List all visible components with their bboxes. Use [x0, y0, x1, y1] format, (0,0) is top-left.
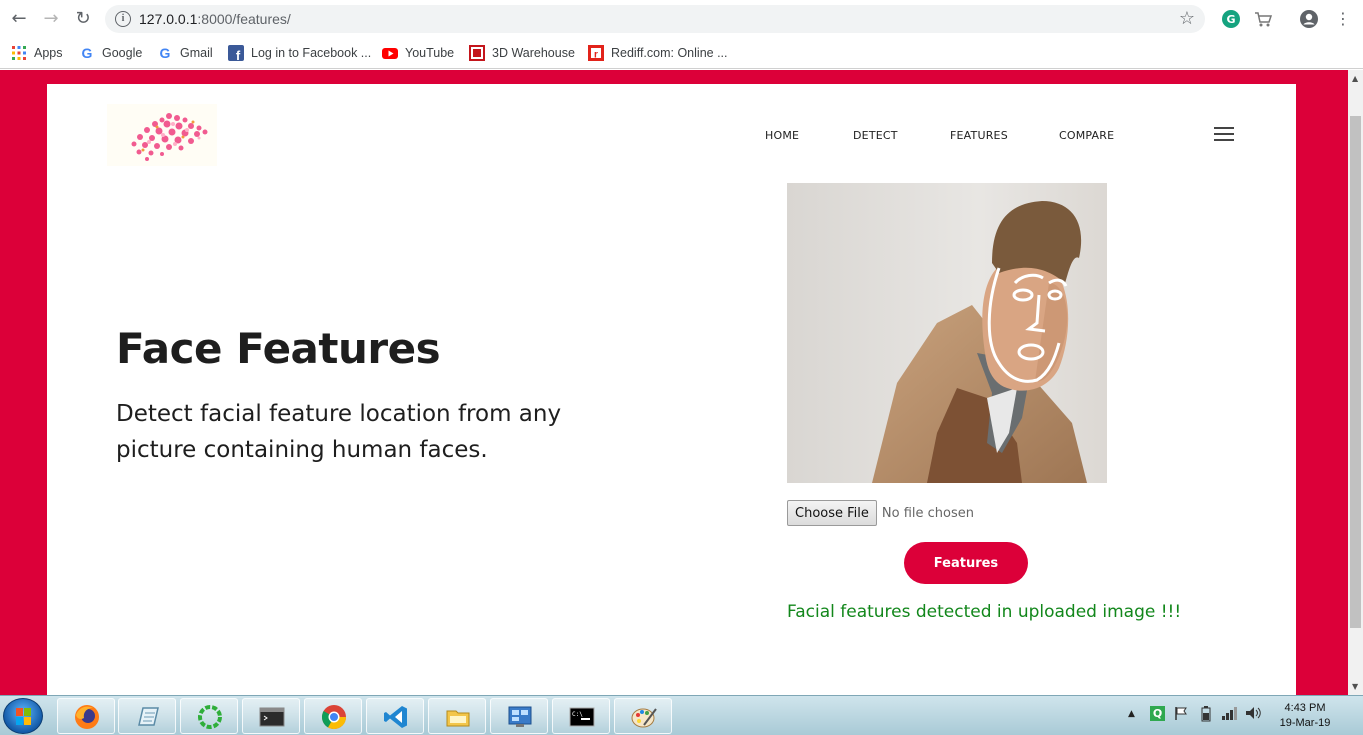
taskbar: C:\ ▲ Q 4:43 PM 19-Mar-19: [0, 695, 1363, 735]
url-host: 127.0.0.1: [139, 11, 198, 27]
page-scrollbar[interactable]: ▲ ▼: [1348, 70, 1363, 695]
profile-icon[interactable]: [1299, 9, 1319, 29]
notepad-icon: [134, 703, 162, 731]
file-status-text: No file chosen: [881, 505, 974, 521]
network-signal-icon[interactable]: [1221, 705, 1239, 724]
control-panel-icon: [506, 703, 534, 731]
reload-icon[interactable]: ↻: [72, 8, 94, 30]
tray-expand-icon[interactable]: ▲: [1128, 709, 1135, 719]
system-clock[interactable]: 4:43 PM 19-Mar-19: [1270, 701, 1340, 731]
page-subtitle: Detect facial feature location from any …: [116, 401, 562, 463]
clock-time: 4:43 PM: [1284, 702, 1326, 714]
chrome-icon: [320, 703, 348, 731]
action-center-flag-icon[interactable]: [1173, 705, 1189, 724]
site-logo[interactable]: [107, 104, 217, 166]
taskbar-firefox[interactable]: [57, 698, 115, 734]
features-submit-button[interactable]: Features: [904, 542, 1028, 584]
url-text[interactable]: 127.0.0.1:8000/features/: [139, 11, 291, 27]
rediff-icon: r: [588, 45, 604, 61]
svg-text:C:\: C:\: [572, 711, 583, 718]
terminal-icon: [258, 703, 286, 731]
bookmark-3d-warehouse[interactable]: 3D Warehouse: [469, 44, 575, 62]
hamburger-menu-icon[interactable]: [1214, 127, 1234, 141]
bookmark-youtube[interactable]: YouTube: [382, 44, 454, 62]
svg-text:G: G: [1226, 13, 1235, 26]
google-icon: G: [157, 45, 173, 61]
bookmark-label: Rediff.com: Online ...: [611, 46, 728, 60]
vscode-icon: [382, 703, 410, 731]
bookmark-gmail[interactable]: G Gmail: [157, 44, 213, 62]
facebook-icon: f: [228, 45, 244, 63]
browser-toolbar: ← → ↻ i 127.0.0.1:8000/features/ ☆ G ⋮: [0, 0, 1363, 38]
nav-features[interactable]: FEATURES: [950, 129, 1008, 142]
nav-compare[interactable]: COMPARE: [1059, 129, 1114, 142]
battery-icon[interactable]: [1199, 705, 1213, 726]
url-path: :8000/features/: [197, 11, 291, 27]
bookmarks-bar: Apps G Google G Gmail f Log in to Facebo…: [0, 38, 1363, 69]
warehouse-icon: [469, 45, 485, 61]
apps-grid-icon: [11, 45, 27, 61]
taskbar-control-panel[interactable]: [490, 698, 548, 734]
scroll-down-arrow-icon[interactable]: ▼: [1352, 682, 1358, 691]
clock-date: 19-Mar-19: [1279, 717, 1331, 729]
forward-arrow-icon[interactable]: →: [40, 8, 62, 30]
paint-icon: [630, 703, 658, 731]
nav-detect[interactable]: DETECT: [853, 129, 898, 142]
result-image: [787, 183, 1107, 483]
file-explorer-icon: [444, 703, 472, 731]
bookmark-label: Gmail: [180, 46, 213, 60]
taskbar-file-explorer[interactable]: [428, 698, 486, 734]
volume-icon[interactable]: [1244, 705, 1262, 724]
svg-text:G: G: [82, 45, 93, 61]
grammarly-icon[interactable]: G: [1221, 9, 1241, 29]
bookmark-label: Google: [102, 46, 143, 60]
content-card: HOME DETECT FEATURES COMPARE Face Featur…: [47, 84, 1296, 695]
bookmark-label: Log in to Facebook ...: [251, 46, 372, 60]
bookmark-facebook[interactable]: f Log in to Facebook ...: [228, 44, 372, 63]
firefox-icon: [73, 703, 101, 731]
taskbar-vscode[interactable]: [366, 698, 424, 734]
bookmark-apps[interactable]: Apps: [11, 44, 63, 62]
svg-text:r: r: [594, 50, 598, 61]
bookmark-label: Apps: [34, 46, 63, 60]
nav-home[interactable]: HOME: [765, 129, 799, 142]
choose-file-button[interactable]: Choose File: [787, 500, 877, 526]
youtube-icon: [382, 45, 398, 61]
status-message: Facial features detected in uploaded ima…: [787, 602, 1182, 622]
file-input-row: Choose File No file chosen: [787, 500, 974, 526]
info-icon[interactable]: i: [115, 11, 131, 27]
page-title: Face Features: [116, 324, 441, 373]
bookmark-label: 3D Warehouse: [492, 46, 575, 60]
bookmark-rediff[interactable]: r Rediff.com: Online ...: [588, 44, 728, 62]
taskbar-paint[interactable]: [614, 698, 672, 734]
taskbar-cmd[interactable]: C:\: [552, 698, 610, 734]
taskbar-notepad[interactable]: [118, 698, 176, 734]
svg-text:G: G: [160, 45, 171, 61]
bookmark-star-icon[interactable]: ☆: [1179, 8, 1195, 29]
windows-start-icon[interactable]: [3, 698, 43, 734]
taskbar-terminal[interactable]: [242, 698, 300, 734]
tray-q-icon[interactable]: Q: [1150, 706, 1165, 721]
page-viewport: HOME DETECT FEATURES COMPARE Face Featur…: [0, 70, 1348, 695]
address-bar[interactable]: i 127.0.0.1:8000/features/ ☆: [105, 5, 1205, 33]
taskbar-chrome[interactable]: [304, 698, 362, 734]
kebab-menu-icon[interactable]: ⋮: [1333, 9, 1353, 29]
cart-icon[interactable]: [1253, 9, 1273, 29]
bookmark-google[interactable]: G Google: [79, 44, 143, 62]
spinner-icon: [196, 703, 224, 731]
bookmark-label: YouTube: [405, 46, 455, 60]
back-arrow-icon[interactable]: ←: [8, 8, 30, 30]
scroll-thumb[interactable]: [1350, 116, 1361, 628]
cmd-icon: C:\: [568, 703, 596, 731]
google-icon: G: [79, 45, 95, 61]
svg-text:f: f: [236, 48, 241, 61]
taskbar-spinner[interactable]: [180, 698, 238, 734]
scroll-up-arrow-icon[interactable]: ▲: [1352, 74, 1358, 83]
